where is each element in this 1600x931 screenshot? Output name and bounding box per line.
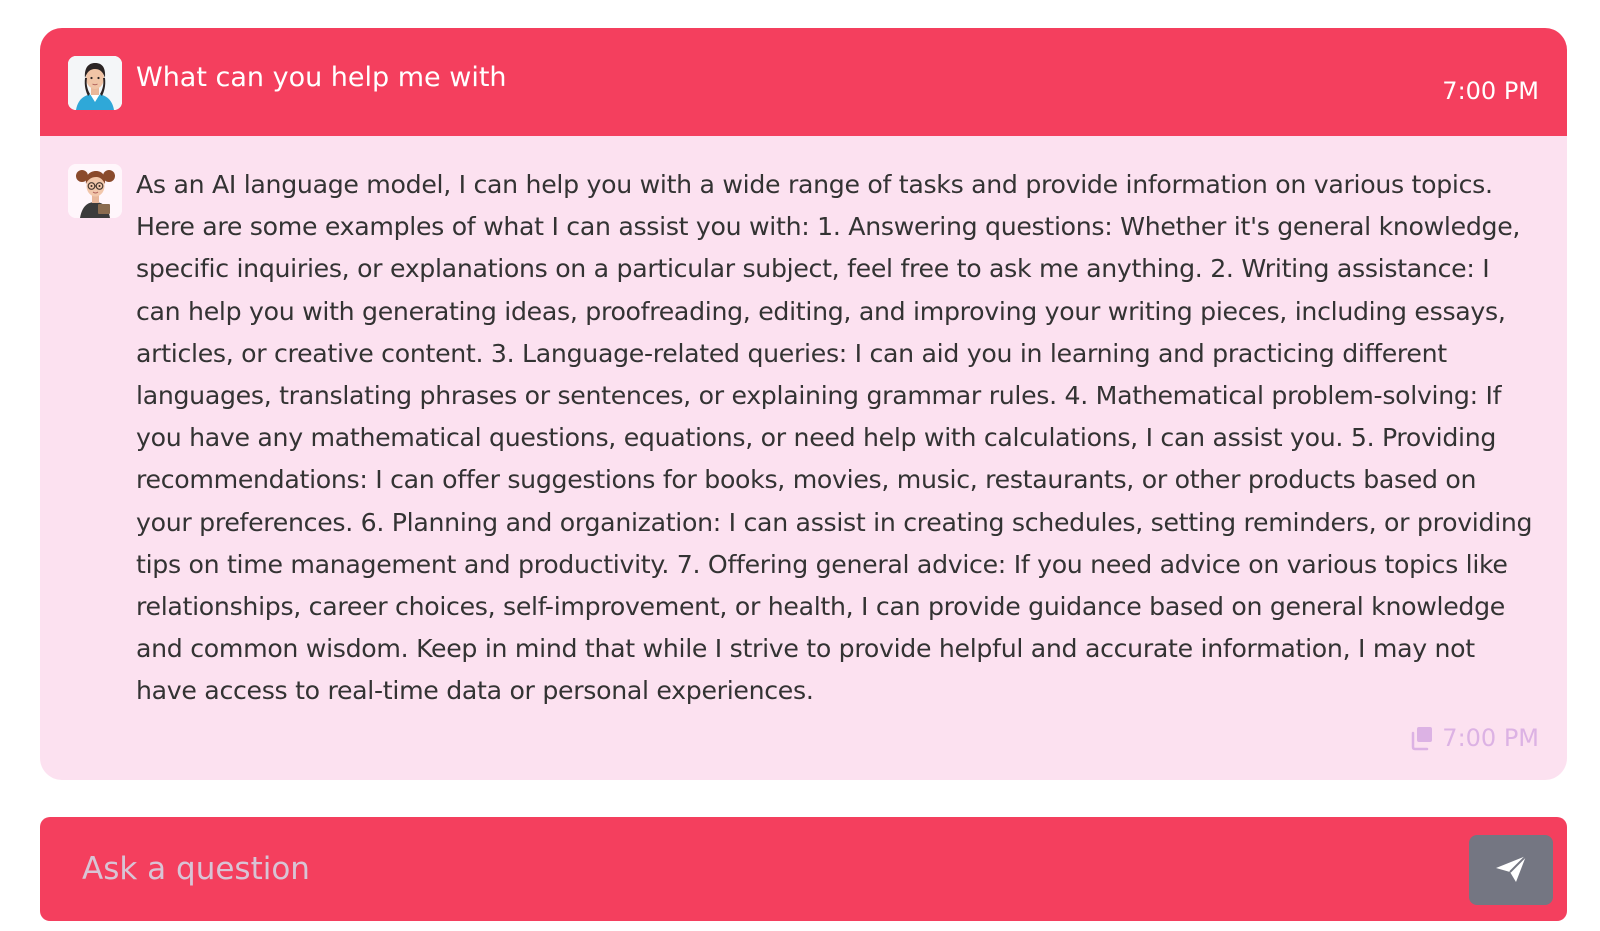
assistant-message-footer: 7:00 PM xyxy=(1408,724,1539,752)
assistant-message: As an AI language model, I can help you … xyxy=(40,136,1567,780)
question-input-bar xyxy=(40,817,1567,921)
assistant-message-text: As an AI language model, I can help you … xyxy=(136,170,1533,706)
send-button[interactable] xyxy=(1469,835,1553,905)
user-message: What can you help me with 7:00 PM xyxy=(40,28,1567,136)
user-avatar-icon xyxy=(68,56,122,110)
paper-plane-icon xyxy=(1494,854,1528,887)
user-message-text: What can you help me with xyxy=(136,62,507,93)
user-message-time: 7:00 PM xyxy=(1442,77,1539,105)
conversation: What can you help me with 7:00 PM As an … xyxy=(40,28,1567,780)
copy-icon[interactable] xyxy=(1408,724,1436,752)
question-input[interactable] xyxy=(68,837,1468,901)
assistant-message-time: 7:00 PM xyxy=(1442,724,1539,752)
assistant-avatar-icon xyxy=(68,164,122,218)
